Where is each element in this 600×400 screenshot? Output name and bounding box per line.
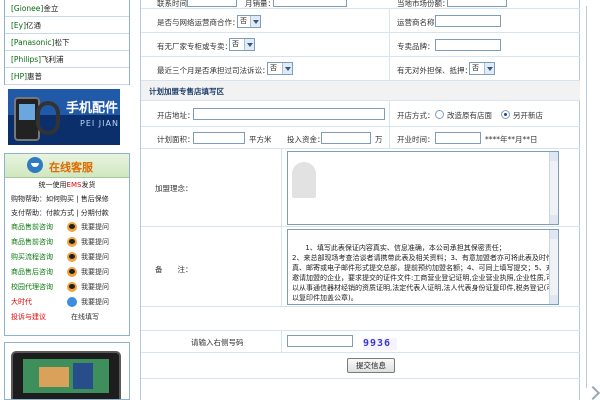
captcha-image: 9936 [363,338,397,350]
watermark-icon [292,162,316,198]
service-row[interactable]: 商品售前咨询 我要提问 [5,235,129,250]
service-row[interactable]: 商品售后咨询 我要提问 [5,265,129,280]
lawsuit-select[interactable]: 否 [267,62,293,75]
form-row-operator: 是否与网络运营商合作： 否 运营商名称： [141,9,581,33]
idea-textarea[interactable] [287,151,559,225]
address-input[interactable] [193,108,385,120]
qq-icon [67,282,77,292]
payment-help-links[interactable]: 支付帮助：付款方式 | 分期付款 [5,206,129,220]
form-row-legal: 最近三个月是否承担过司法诉讼： 否 有无对外担保、抵押： 否 [141,57,581,81]
qq-icon [67,252,77,262]
operator-coop-label: 是否与网络运营商合作： [157,18,240,27]
brand-item-philips[interactable]: [Philips]飞利浦 [5,51,129,68]
counter-label: 有无厂家专柜或专卖： [157,42,232,51]
open-time-input[interactable] [435,132,481,144]
section-title: 计划加盟专售店填写区 [149,87,224,96]
idea-label: 加盟理念： [155,184,193,193]
banner-subtitle: PEI JIAN [80,119,119,128]
brand-label: 专卖品牌： [397,42,435,51]
radio-renovate[interactable] [435,110,444,119]
handset-image [11,351,121,399]
idea-scrollbar[interactable] [549,152,558,224]
guarantee-label: 有无对外担保、抵押： [397,66,472,75]
area-input[interactable] [193,132,245,144]
counter-select[interactable]: 否 [229,38,255,51]
service-row[interactable]: 商品售前咨询 我要提问 [5,220,129,235]
service-row[interactable]: 购买流程咨询 我要提问 [5,250,129,265]
brand-input[interactable] [435,39,501,51]
local-market-label: 当地市场份额： [397,0,450,8]
brand-item-ey[interactable]: [Ey]亿通 [5,17,129,34]
invest-input[interactable] [321,132,371,144]
online-service-title: 在线客服 [49,161,93,174]
captcha-label: 请输入右侧号码 [191,338,244,347]
section-header: 计划加盟专售店填写区 [141,81,581,101]
address-label: 开店地址： [157,111,195,120]
qq-icon [67,222,77,232]
globe-icon [67,297,77,307]
area-label: 计划面积： [157,135,195,144]
monthly-sales-label: 月销量： [245,0,275,8]
chevron-down-icon [282,63,292,74]
form-row-address: 开店地址： 开店方式： 改造原有店面 另开新店 [141,101,581,127]
radio-new-store[interactable] [501,110,510,119]
banner-title: 手机配件 [66,101,119,116]
chevron-down-icon [244,39,254,50]
product-image-box[interactable] [4,342,130,400]
radio-new-store-label[interactable]: 另开新店 [513,110,543,121]
area-unit: 平方米 [249,135,272,144]
form-row-plan: 计划面积： 平方米 投入资金： 万 开业时间： ****年**月**日 [141,127,581,149]
brand-list: [Gionee]金立 [Ey]亿通 [Panasonic]松下 [Philips… [4,0,130,85]
guarantee-select[interactable]: 否 [469,62,495,75]
form-row-blank [141,307,581,331]
invest-unit: 万 [375,135,383,144]
qq-icon [67,267,77,277]
brand-item-gionee[interactable]: [Gionee]金立 [5,0,129,17]
invest-label: 投入资金： [287,135,325,144]
form-row-remark: 备 注： 1、填写此表保证内容真实、信息准确，本公司承担其保密责任； 2、来总部… [141,227,581,307]
accessories-banner[interactable]: 手机配件 PEI JIAN [8,89,120,145]
operator-coop-select[interactable]: 否 [237,15,261,28]
brand-item-hp[interactable]: [HP]惠普 [5,68,129,85]
monthly-sales-input[interactable] [273,0,347,7]
lawsuit-label: 最近三个月是否承担过司法诉讼： [157,66,270,75]
service-mascot-icon [27,157,43,173]
remark-scrollbar[interactable] [549,230,558,304]
form-row-captcha: 请输入右侧号码 [141,331,581,353]
headphones-icon [36,101,60,135]
form-row-idea: 加盟理念： [141,149,581,227]
ems-note: 统一使用EMS发货 [38,181,96,189]
open-time-label: 开业时间： [397,135,435,144]
radio-renovate-label[interactable]: 改造原有店面 [447,110,492,121]
online-service-header: 在线客服 [5,154,129,178]
submit-button[interactable]: 提交信息 [347,358,395,373]
remark-textarea[interactable]: 1、填写此表保证内容真实、信息准确，本公司承担其保密责任； 2、来总部现场考查洽… [287,229,559,305]
qq-icon [67,237,77,247]
left-sidebar: [Gionee]金立 [Ey]亿通 [Panasonic]松下 [Philips… [0,0,133,400]
chevron-down-icon [484,63,494,74]
franchise-application-form: 联系时间： 月销量： 当地市场份额： 是否与网络运营商合作： 否 运营商名称： … [140,0,581,400]
service-row[interactable]: 校园代理咨询 我要提问 [5,280,129,295]
store-mode-label: 开店方式： [397,111,435,120]
page-scrollbar[interactable] [580,0,600,400]
operator-name-input[interactable] [435,15,501,27]
form-row-contact: 联系时间： 月销量： 当地市场份额： [141,0,581,9]
captcha-input[interactable] [287,335,353,347]
service-row[interactable]: 大时代 我要提问 [5,295,129,310]
contact-time-input[interactable] [187,0,237,7]
complaint-row[interactable]: 投诉与建议 在线填写 [5,310,129,325]
local-market-input[interactable] [447,0,507,7]
page-scrollbar-track[interactable] [586,6,594,388]
resize-corner-icon[interactable] [585,385,600,400]
remark-label: 备 注： [155,265,193,274]
chevron-down-icon [250,16,260,27]
remark-text: 1、填写此表保证内容真实、信息准确，本公司承担其保密责任； 2、来总部现场考查洽… [292,244,554,302]
shopping-help-links[interactable]: 购物帮助：如何购买 | 售后保修 [5,192,129,206]
online-service-panel: 在线客服 统一使用EMS发货 购物帮助：如何购买 | 售后保修 支付帮助：付款方… [4,153,130,336]
form-row-counter: 有无厂家专柜或专卖： 否 专卖品牌： [141,33,581,57]
open-time-hint: ****年**月**日 [485,135,538,144]
brand-item-panasonic[interactable]: [Panasonic]松下 [5,34,129,51]
